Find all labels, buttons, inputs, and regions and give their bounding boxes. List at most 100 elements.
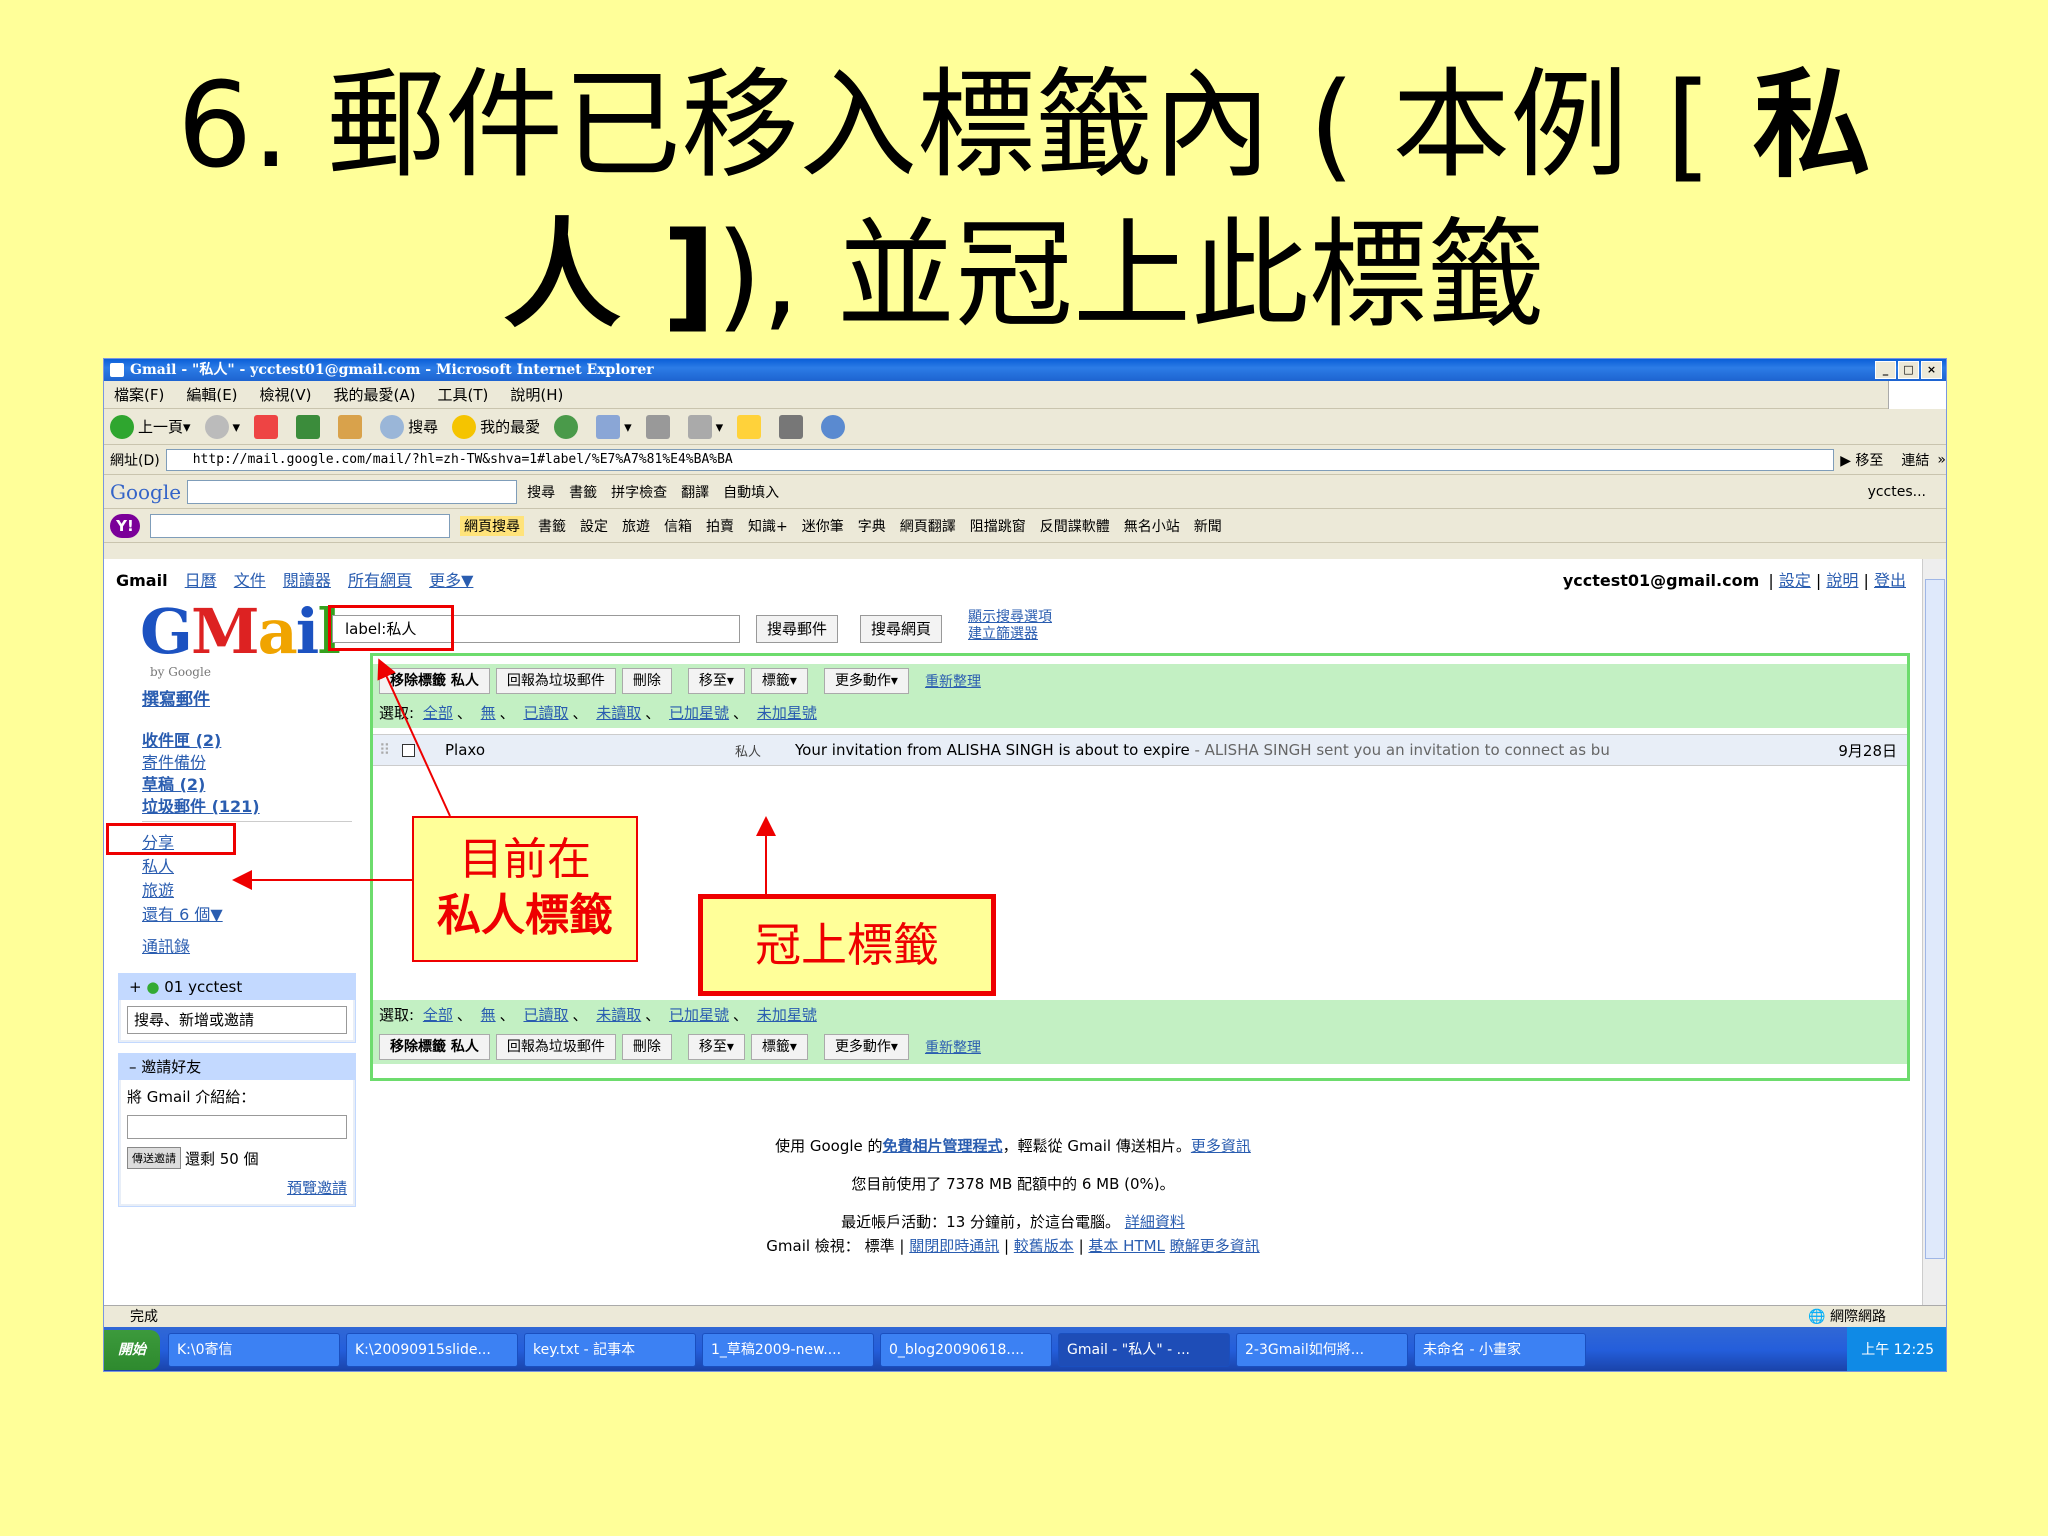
taskbar-item-active[interactable]: Gmail - "私人" - ... <box>1058 1333 1230 1367</box>
label-travel[interactable]: 旅遊 <box>142 877 174 901</box>
sidebar-item-sent[interactable]: 寄件備份 <box>142 749 206 773</box>
show-search-options-link[interactable]: 顯示搜尋選項 <box>968 609 1052 626</box>
remove-label-button[interactable]: 移除標籤 私人 <box>379 668 490 694</box>
message-subject[interactable]: Your invitation from ALISHA SINGH is abo… <box>795 741 1827 759</box>
view-basic-html[interactable]: 基本 HTML <box>1088 1237 1165 1255</box>
sidebar-item-inbox[interactable]: 收件匣 (2) <box>142 727 221 751</box>
remove-label-button[interactable]: 移除標籤 私人 <box>379 1034 490 1060</box>
yahoo-item[interactable]: 信箱 <box>664 516 692 536</box>
start-button[interactable]: 開始 <box>104 1330 160 1370</box>
view-older[interactable]: 較舊版本 <box>1014 1237 1074 1255</box>
taskbar-item[interactable]: 0_blog20090618.... <box>880 1333 1052 1367</box>
select-starred[interactable]: 已加星號 <box>669 704 729 722</box>
sidebar-item-drafts[interactable]: 草稿 (2) <box>142 771 205 795</box>
labels-dropdown[interactable]: 標籤▾ <box>750 1034 808 1060</box>
select-read[interactable]: 已讀取 <box>523 704 568 722</box>
print-button[interactable] <box>645 414 674 439</box>
refresh-link[interactable]: 重新整理 <box>925 1037 981 1057</box>
nav-reader[interactable]: 閱讀器 <box>283 571 331 590</box>
notes-button[interactable] <box>737 414 765 439</box>
taskbar-item[interactable]: K:\0寄信 <box>168 1333 340 1367</box>
yahoo-web-search-button[interactable]: 網頁搜尋 <box>460 515 524 536</box>
chat-search-input[interactable]: 搜尋、新增或邀請 <box>127 1006 347 1034</box>
google-toolbar-logo[interactable]: Google <box>110 480 181 504</box>
table-row[interactable]: ⠿ Plaxo 私人 Your invitation from ALISHA S… <box>373 734 1907 766</box>
drag-handle-icon[interactable]: ⠿ <box>379 741 390 759</box>
gmail-logo[interactable]: GMail <box>140 595 341 668</box>
yahoo-item[interactable]: 字典 <box>858 516 886 536</box>
yahoo-item[interactable]: 設定 <box>580 516 608 536</box>
search-mail-button[interactable]: 搜尋郵件 <box>756 615 839 643</box>
favorites-button[interactable]: 我的最愛 <box>452 414 540 439</box>
view-standard[interactable]: 標準 <box>865 1237 895 1255</box>
help-link[interactable]: 說明 <box>1826 571 1858 590</box>
google-search-button[interactable]: 搜尋 <box>527 482 555 502</box>
compose-link[interactable]: 撰寫郵件 <box>142 685 210 710</box>
refresh-button[interactable] <box>296 414 324 439</box>
forward-button[interactable]: ▾ <box>204 414 240 439</box>
search-button[interactable]: 搜尋 <box>380 414 438 439</box>
labels-dropdown[interactable]: 標籤▾ <box>750 668 808 694</box>
move-to-dropdown[interactable]: 移至▾ <box>687 1034 745 1060</box>
yahoo-item[interactable]: 無名小站 <box>1124 516 1180 536</box>
taskbar-item[interactable]: key.txt - 記事本 <box>524 1333 696 1367</box>
yahoo-item[interactable]: 網頁翻譯 <box>900 516 956 536</box>
taskbar-item[interactable]: 1_草稿2009-new.... <box>702 1333 874 1367</box>
minimize-button[interactable]: _ <box>1875 361 1896 379</box>
yahoo-item[interactable]: 新聞 <box>1194 516 1222 536</box>
menu-help[interactable]: 說明(H) <box>510 384 563 405</box>
taskbar-item[interactable]: 未命名 - 小畫家 <box>1414 1333 1586 1367</box>
taskbar-item[interactable]: K:\20090915slide... <box>346 1333 518 1367</box>
activity-details-link[interactable]: 詳細資料 <box>1125 1213 1185 1231</box>
yahoo-item[interactable]: 阻擋跳窗 <box>970 516 1026 536</box>
close-button[interactable]: × <box>1921 361 1942 379</box>
select-starred[interactable]: 已加星號 <box>669 1006 729 1024</box>
select-read[interactable]: 已讀取 <box>523 1006 568 1024</box>
go-button[interactable]: ▶ 移至 <box>1840 450 1883 470</box>
search-web-button[interactable]: 搜尋網頁 <box>860 615 943 643</box>
report-spam-button[interactable]: 回報為垃圾郵件 <box>495 668 616 694</box>
stop-button[interactable] <box>254 414 282 439</box>
select-none[interactable]: 無 <box>481 1006 496 1024</box>
menu-file[interactable]: 檔案(F) <box>114 384 164 405</box>
more-actions-dropdown[interactable]: 更多動作▾ <box>823 668 909 694</box>
home-button[interactable] <box>338 414 366 439</box>
label-private[interactable]: 私人 <box>142 853 174 877</box>
chevron-right-icon[interactable]: » <box>1937 452 1946 468</box>
report-spam-button[interactable]: 回報為垃圾郵件 <box>495 1034 616 1060</box>
sidebar-item-spam[interactable]: 垃圾郵件 (121) <box>142 793 260 817</box>
menu-edit[interactable]: 編輯(E) <box>186 384 237 405</box>
yahoo-item[interactable]: 書籤 <box>538 516 566 536</box>
history-button[interactable] <box>554 414 582 439</box>
select-all[interactable]: 全部 <box>423 1006 453 1024</box>
mail-button[interactable]: ▾ <box>596 414 632 439</box>
menu-view[interactable]: 檢視(V) <box>260 384 312 405</box>
taskbar-item[interactable]: 2-3Gmail如何將... <box>1236 1333 1408 1367</box>
google-bookmarks-button[interactable]: 書籤 <box>569 482 597 502</box>
delete-button[interactable]: 刪除 <box>621 1034 672 1060</box>
photo-software-link[interactable]: 免費相片管理程式 <box>883 1137 1003 1155</box>
select-all[interactable]: 全部 <box>423 704 453 722</box>
yahoo-item[interactable]: 知識+ <box>748 516 788 536</box>
logout-link[interactable]: 登出 <box>1874 571 1906 590</box>
yahoo-toolbar-input[interactable] <box>150 513 450 538</box>
google-autofill-button[interactable]: 自動填入 <box>723 482 779 502</box>
select-unstarred[interactable]: 未加星號 <box>757 1006 817 1024</box>
nav-calendar[interactable]: 日曆 <box>185 571 217 590</box>
vertical-scrollbar[interactable] <box>1922 559 1946 1305</box>
learn-more-link[interactable]: 瞭解更多資訊 <box>1170 1237 1260 1255</box>
select-unread[interactable]: 未讀取 <box>596 704 641 722</box>
maximize-button[interactable]: □ <box>1898 361 1919 379</box>
nav-docs[interactable]: 文件 <box>234 571 266 590</box>
yahoo-item[interactable]: 反間諜軟體 <box>1040 516 1110 536</box>
window-titlebar[interactable]: Gmail - "私人" - ycctest01@gmail.com - Mic… <box>104 359 1946 381</box>
select-none[interactable]: 無 <box>481 704 496 722</box>
yahoo-item[interactable]: 旅遊 <box>622 516 650 536</box>
select-unstarred[interactable]: 未加星號 <box>757 704 817 722</box>
yahoo-item[interactable]: 迷你筆 <box>802 516 844 536</box>
move-to-dropdown[interactable]: 移至▾ <box>687 668 745 694</box>
edit-button[interactable]: ▾ <box>687 414 723 439</box>
labels-more[interactable]: 還有 6 個▼ <box>142 901 223 925</box>
messenger-button[interactable] <box>821 414 849 439</box>
yahoo-logo[interactable]: Y! <box>110 513 140 538</box>
